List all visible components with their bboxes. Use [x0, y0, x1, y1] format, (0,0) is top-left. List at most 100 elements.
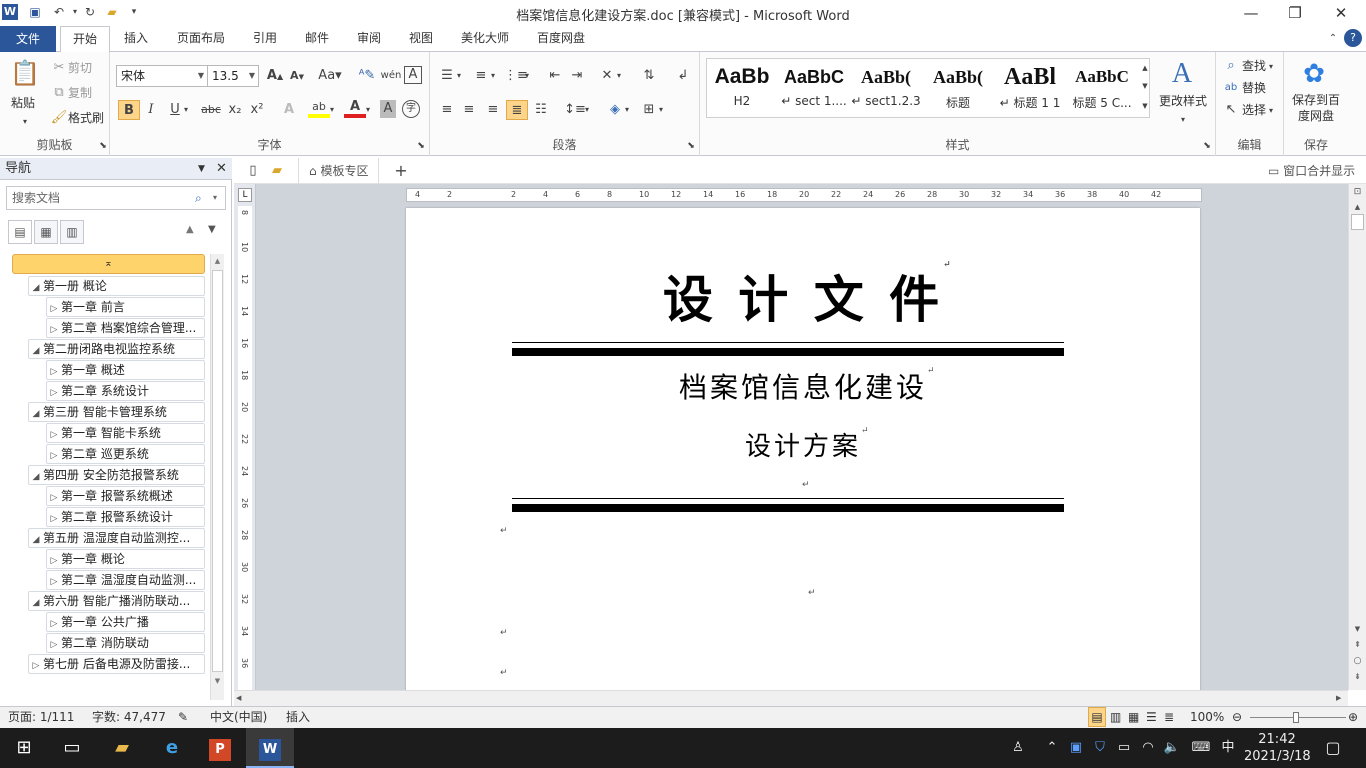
change-styles-button[interactable]: 更改样式: [1159, 92, 1207, 110]
nav-heading-level2[interactable]: ▷ 第一章 智能卡系统: [46, 423, 205, 443]
select-button[interactable]: 选择: [1242, 101, 1266, 119]
task-view-icon[interactable]: ▭: [48, 728, 96, 768]
grow-font-icon[interactable]: A▲: [264, 66, 286, 86]
tab-mailings[interactable]: 邮件: [298, 26, 336, 52]
collapsed-triangle-icon[interactable]: ▷: [47, 615, 61, 631]
styles-scroll-up-icon[interactable]: ▲: [1138, 58, 1152, 78]
style-h2[interactable]: AaBb H2: [706, 60, 778, 116]
font-size-combo[interactable]: 13.5 ▼: [207, 65, 259, 87]
reading-view-icon[interactable]: ▥: [1110, 707, 1121, 728]
format-painter-button[interactable]: 格式刷: [68, 109, 104, 127]
collapsed-triangle-icon[interactable]: ▷: [47, 300, 61, 316]
cut-icon[interactable]: ✂: [48, 58, 70, 78]
page-indicator[interactable]: 页面: 1/111: [8, 707, 74, 728]
tab-beautify[interactable]: 美化大师: [454, 26, 516, 52]
security-icon[interactable]: ⛉: [1090, 728, 1110, 768]
sort-icon[interactable]: ⇅: [638, 66, 660, 86]
format-painter-icon[interactable]: 🖌: [48, 108, 70, 128]
styles-scroll-down-icon[interactable]: ▼: [1138, 76, 1152, 96]
prev-page-icon[interactable]: ⇞: [1349, 640, 1366, 649]
tab-view[interactable]: 视图: [402, 26, 440, 52]
highlight-dropdown-icon[interactable]: ▾: [326, 100, 338, 120]
collapsed-triangle-icon[interactable]: ▷: [47, 321, 61, 337]
search-dropdown-icon[interactable]: ▾: [213, 187, 217, 209]
start-icon[interactable]: ⊞: [0, 728, 48, 768]
paste-dropdown-icon[interactable]: ▾: [14, 112, 36, 132]
new-doc-icon[interactable]: ▯: [242, 161, 264, 181]
nav-heading-level1[interactable]: ◢ 第一册 概论: [28, 276, 205, 296]
nav-heading-level1[interactable]: ◢ 第三册 智能卡管理系统: [28, 402, 205, 422]
replace-icon[interactable]: ab: [1220, 78, 1242, 98]
nav-heading-level2[interactable]: ▷ 第一章 概述: [46, 360, 205, 380]
select-dropdown-icon[interactable]: ▾: [1266, 101, 1276, 121]
nav-heading-level1[interactable]: ◢ 第五册 温湿度自动监测控...: [28, 528, 205, 548]
zoom-level[interactable]: 100%: [1190, 707, 1224, 728]
document-page[interactable]: 设 计 文 件 ↵ 档案馆信息化建设 ↵ 设计方案 ↵ ↵ ↵ ↵ ↵ ↵: [406, 208, 1200, 690]
people-icon[interactable]: ♙: [1006, 728, 1030, 768]
phonetic-guide-icon[interactable]: wén: [380, 66, 402, 86]
collapsed-triangle-icon[interactable]: ▷: [47, 489, 61, 505]
text-effects-icon[interactable]: A: [278, 100, 300, 120]
horizontal-scrollbar[interactable]: ◀ ▶: [234, 690, 1348, 706]
align-right-icon[interactable]: ≡: [482, 100, 504, 120]
font-launcher-icon[interactable]: ⬊: [410, 136, 432, 156]
keyboard-icon[interactable]: ⌨: [1188, 728, 1214, 768]
find-icon[interactable]: ⌕: [1220, 56, 1242, 76]
word-taskbar-icon[interactable]: W: [246, 728, 294, 768]
collapsed-triangle-icon[interactable]: ▷: [47, 636, 61, 652]
nav-heading-level2[interactable]: ▷ 第一章 报警系统概述: [46, 486, 205, 506]
style-title[interactable]: AaBb(标题: [922, 60, 994, 116]
nav-heading-level2[interactable]: ▷ 第二章 温湿度自动监测...: [46, 570, 205, 590]
font-color-dropdown-icon[interactable]: ▾: [362, 100, 374, 120]
collapse-ribbon-icon[interactable]: ⌃: [1322, 29, 1344, 49]
proofing-icon[interactable]: ✎: [178, 707, 188, 728]
tab-file[interactable]: 文件: [0, 26, 56, 52]
baidu-netdisk-icon[interactable]: ✿: [1298, 58, 1330, 90]
notification-icon[interactable]: ▢: [1318, 728, 1348, 768]
scroll-up-icon[interactable]: ▲: [1349, 200, 1366, 214]
character-border-icon[interactable]: A: [404, 66, 422, 84]
paste-icon[interactable]: 📋: [10, 58, 40, 88]
increase-indent-icon[interactable]: ⇥: [566, 66, 588, 86]
add-tab-icon[interactable]: +: [390, 161, 412, 181]
enclosed-character-icon[interactable]: 字: [402, 100, 420, 118]
word-count[interactable]: 字数: 47,477: [92, 707, 166, 728]
collapsed-triangle-icon[interactable]: ▷: [47, 363, 61, 379]
ruler-toggle-icon[interactable]: L: [238, 188, 252, 202]
nav-scroll-up-icon[interactable]: ▲: [211, 254, 224, 268]
styles-more-icon[interactable]: ▼: [1138, 96, 1152, 116]
nav-headings-tab-icon[interactable]: ▤: [8, 220, 32, 244]
tray-app-icon[interactable]: ▣: [1066, 728, 1086, 768]
change-styles-icon[interactable]: A: [1164, 56, 1200, 92]
paste-button[interactable]: 粘贴: [11, 94, 35, 112]
copy-button[interactable]: 复制: [68, 84, 92, 102]
justify-icon[interactable]: ≣: [506, 100, 528, 120]
scroll-down-icon[interactable]: ▼: [1349, 622, 1366, 636]
replace-button[interactable]: 替换: [1242, 79, 1266, 97]
underline-dropdown-icon[interactable]: ▾: [180, 100, 192, 120]
wifi-icon[interactable]: ◠: [1138, 728, 1158, 768]
collapsed-triangle-icon[interactable]: ▷: [29, 657, 43, 673]
tab-baidu-netdisk[interactable]: 百度网盘: [530, 26, 592, 52]
show-marks-icon[interactable]: ↲: [672, 66, 694, 86]
shrink-font-icon[interactable]: A▼: [286, 66, 308, 86]
cut-button[interactable]: 剪切: [68, 59, 92, 77]
expanded-triangle-icon[interactable]: ◢: [29, 405, 43, 421]
expanded-triangle-icon[interactable]: ◢: [29, 531, 43, 547]
nav-heading-level2[interactable]: ▷ 第一章 公共广播: [46, 612, 205, 632]
tray-chevron-icon[interactable]: ⌃: [1042, 728, 1062, 768]
ime-indicator[interactable]: 中: [1218, 728, 1238, 768]
borders-dropdown-icon[interactable]: ▾: [656, 100, 666, 120]
zoom-slider-thumb[interactable]: [1293, 712, 1299, 723]
subscript-icon[interactable]: x₂: [224, 100, 246, 120]
collapsed-triangle-icon[interactable]: ▷: [47, 552, 61, 568]
align-center-icon[interactable]: ≡: [458, 100, 480, 120]
draft-view-icon[interactable]: ≣: [1164, 707, 1174, 728]
style-sect1[interactable]: AaBbC ↵ sect 1....: [778, 60, 850, 116]
font-name-combo[interactable]: 宋体 ▼: [116, 65, 208, 87]
close-icon[interactable]: ✕: [1318, 0, 1364, 26]
clear-formatting-icon[interactable]: ᴬ✎: [356, 66, 378, 86]
tab-insert[interactable]: 插入: [116, 26, 156, 52]
tab-home[interactable]: 开始: [60, 26, 110, 53]
nav-close-icon[interactable]: ✕: [216, 158, 227, 180]
